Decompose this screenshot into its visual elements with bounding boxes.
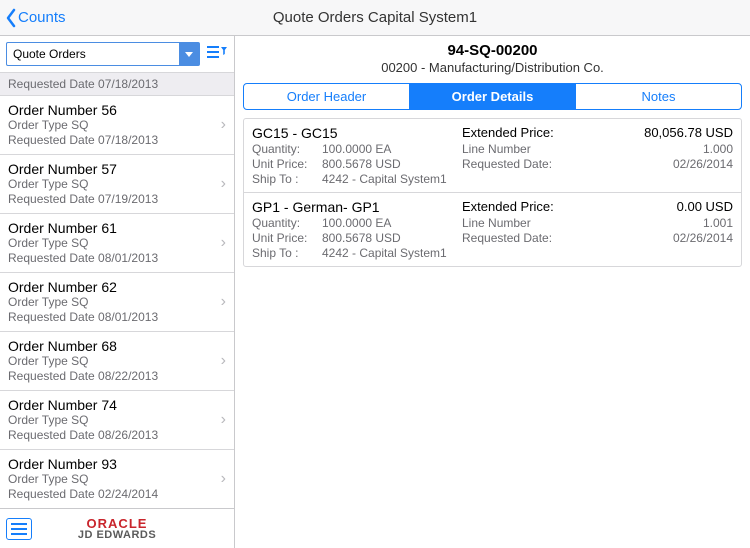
ext-price-value: 80,056.78 USD	[572, 125, 733, 141]
ship-value: 4242 - Capital System1	[322, 172, 733, 186]
detail-line: GP1 - German- GP1Extended Price:0.00 USD…	[244, 192, 741, 266]
back-label: Counts	[18, 9, 66, 26]
order-list: Order Number 56Order Type SQRequested Da…	[0, 96, 234, 508]
order-list-row[interactable]: Order Number 93Order Type SQRequested Da…	[0, 450, 234, 508]
req-date-label: Requested Date:	[462, 157, 572, 171]
qty-value: 100.0000 EA	[322, 142, 462, 156]
back-button[interactable]: Counts	[0, 8, 66, 28]
top-bar: Counts Quote Orders Capital System1	[0, 0, 750, 36]
order-title: Order Number 56	[8, 102, 226, 118]
filter-row: Quote Orders	[0, 36, 234, 72]
ship-label: Ship To :	[252, 172, 322, 186]
line-num-value: 1.001	[572, 216, 733, 230]
order-title: Order Number 74	[8, 397, 226, 413]
sidebar-footer: ORACLE JD EDWARDS	[0, 508, 234, 548]
unit-value: 800.5678 USD	[322, 231, 462, 245]
ext-price-label: Extended Price:	[462, 125, 572, 141]
unit-label: Unit Price:	[252, 231, 322, 245]
order-type: Order Type SQ	[8, 177, 226, 192]
order-list-row[interactable]: Order Number 61Order Type SQRequested Da…	[0, 214, 234, 273]
detail-lines: GC15 - GC15Extended Price:80,056.78 USDQ…	[243, 118, 742, 267]
brand-jde: JD EDWARDS	[42, 530, 192, 541]
order-type: Order Type SQ	[8, 118, 226, 133]
line-title: GP1 - German- GP1	[252, 199, 462, 215]
qty-label: Quantity:	[252, 142, 322, 156]
tab-order-details[interactable]: Order Details	[409, 84, 575, 109]
order-list-row[interactable]: Order Number 74Order Type SQRequested Da…	[0, 391, 234, 450]
ship-label: Ship To :	[252, 246, 322, 260]
line-title: GC15 - GC15	[252, 125, 462, 141]
segmented-control: Order Header Order Details Notes	[243, 83, 742, 110]
ext-price-label: Extended Price:	[462, 199, 572, 215]
ext-price-value: 0.00 USD	[572, 199, 733, 215]
detail-line: GC15 - GC15Extended Price:80,056.78 USD Q…	[244, 119, 741, 192]
chevron-down-icon	[179, 43, 199, 65]
brand-oracle: ORACLE	[42, 517, 192, 530]
req-date-value: 02/26/2014	[572, 157, 733, 171]
chevron-right-icon: ›	[221, 116, 226, 134]
chevron-right-icon: ›	[221, 293, 226, 311]
chevron-left-icon	[4, 8, 18, 28]
order-list-row[interactable]: Order Number 68Order Type SQRequested Da…	[0, 332, 234, 391]
line-num-label: Line Number	[462, 142, 572, 156]
req-date-label: Requested Date:	[462, 231, 572, 245]
qty-label: Quantity:	[252, 216, 322, 230]
order-title: Order Number 57	[8, 161, 226, 177]
filter-icon[interactable]	[206, 43, 228, 65]
line-num-label: Line Number	[462, 216, 572, 230]
menu-button[interactable]	[6, 518, 32, 540]
chevron-right-icon: ›	[221, 175, 226, 193]
order-title: Order Number 61	[8, 220, 226, 236]
order-type: Order Type SQ	[8, 236, 226, 251]
tab-order-header[interactable]: Order Header	[244, 84, 409, 109]
order-date: Requested Date 08/01/2013	[8, 310, 226, 325]
page-title: Quote Orders Capital System1	[0, 9, 750, 26]
tab-notes[interactable]: Notes	[575, 84, 741, 109]
chevron-right-icon: ›	[221, 470, 226, 488]
order-date: Requested Date 08/26/2013	[8, 428, 226, 443]
req-date-value: 02/26/2014	[572, 231, 733, 245]
line-num-value: 1.000	[572, 142, 733, 156]
detail-subtitle: 00200 - Manufacturing/Distribution Co.	[243, 60, 742, 75]
order-type-select[interactable]: Quote Orders	[6, 42, 200, 66]
order-type: Order Type SQ	[8, 295, 226, 310]
detail-pane: 94-SQ-00200 00200 - Manufacturing/Distri…	[235, 36, 750, 548]
order-date: Requested Date 07/19/2013	[8, 192, 226, 207]
order-date: Requested Date 02/24/2014	[8, 487, 226, 502]
order-type: Order Type SQ	[8, 354, 226, 369]
order-title: Order Number 93	[8, 456, 226, 472]
unit-label: Unit Price:	[252, 157, 322, 171]
order-title: Order Number 62	[8, 279, 226, 295]
order-date: Requested Date 08/01/2013	[8, 251, 226, 266]
order-date: Requested Date 08/22/2013	[8, 369, 226, 384]
detail-id: 94-SQ-00200	[243, 42, 742, 59]
order-type: Order Type SQ	[8, 413, 226, 428]
unit-value: 800.5678 USD	[322, 157, 462, 171]
chevron-right-icon: ›	[221, 234, 226, 252]
order-list-row[interactable]: Order Number 56Order Type SQRequested Da…	[0, 96, 234, 155]
list-group-header: Requested Date 07/18/2013	[0, 72, 234, 96]
ship-value: 4242 - Capital System1	[322, 246, 733, 260]
qty-value: 100.0000 EA	[322, 216, 462, 230]
order-list-row[interactable]: Order Number 57Order Type SQRequested Da…	[0, 155, 234, 214]
brand-logo: ORACLE JD EDWARDS	[42, 517, 192, 541]
order-type: Order Type SQ	[8, 472, 226, 487]
order-list-row[interactable]: Order Number 62Order Type SQRequested Da…	[0, 273, 234, 332]
order-date: Requested Date 07/18/2013	[8, 133, 226, 148]
order-title: Order Number 68	[8, 338, 226, 354]
chevron-right-icon: ›	[221, 352, 226, 370]
select-value: Quote Orders	[13, 47, 86, 61]
sidebar: Quote Orders Requested Date 07/18/2013 O…	[0, 36, 235, 548]
chevron-right-icon: ›	[221, 411, 226, 429]
